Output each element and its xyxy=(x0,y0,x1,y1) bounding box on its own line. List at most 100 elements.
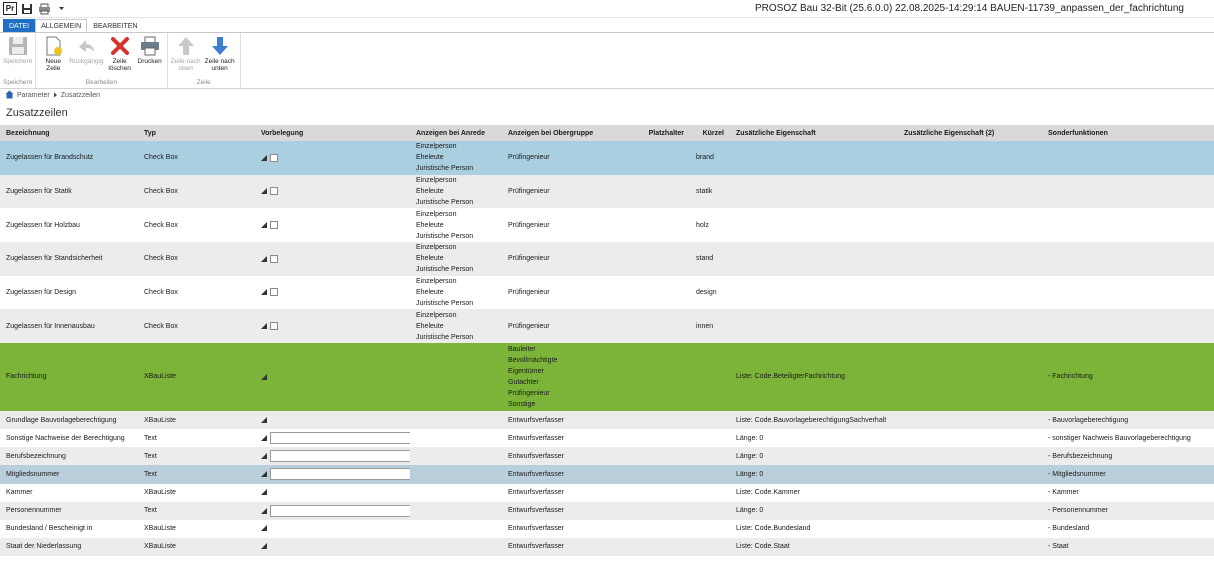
tab-edit[interactable]: BEARBEITEN xyxy=(87,19,143,32)
row-down-button[interactable]: Zeile nach unten xyxy=(203,35,237,77)
obergruppe-item: Prüfingenieur xyxy=(508,255,550,263)
checkbox[interactable] xyxy=(270,187,278,196)
cell-bezeichnung: Zugelassen für Holzbau xyxy=(0,208,138,243)
cell-sonder: - Bauvorlageberechtigung xyxy=(1042,411,1214,430)
cell-eigenschaft2 xyxy=(898,141,1042,175)
column-header-obergruppe[interactable]: Anzeigen bei Obergruppe xyxy=(502,125,621,141)
column-header-platzhalter[interactable]: Platzhalter xyxy=(621,125,690,141)
undo-button[interactable]: Rückgängig xyxy=(69,35,104,77)
cell-vorbelegung xyxy=(255,519,410,538)
tab-general[interactable]: ALLGEMEIN xyxy=(35,19,88,32)
cell-platzhalter xyxy=(621,429,690,448)
checkbox[interactable] xyxy=(270,254,278,263)
printer-icon xyxy=(140,36,159,56)
chevron-down-icon[interactable] xyxy=(54,2,68,15)
default-text-input[interactable] xyxy=(270,468,410,481)
column-header-kuerzel[interactable]: Kürzel xyxy=(690,125,730,141)
table-row[interactable]: Fachrichtung XBauListe Bauleiter Bevollm… xyxy=(0,343,1214,412)
anrede-item: Einzelperson xyxy=(416,143,457,151)
new-row-button[interactable]: Neue Zeile xyxy=(39,35,67,77)
column-header-eigenschaft[interactable]: Zusätzliche Eigenschaft xyxy=(730,125,898,141)
cell-bezeichnung: Zugelassen für Design xyxy=(0,275,138,310)
cell-anrede xyxy=(410,537,502,556)
default-text-input[interactable] xyxy=(270,450,410,463)
print-icon[interactable] xyxy=(37,2,51,15)
delete-row-button[interactable]: Zeile löschen xyxy=(106,35,134,77)
cell-sonder xyxy=(1042,275,1214,310)
default-text-input[interactable] xyxy=(270,504,410,517)
cell-eigenschaft xyxy=(730,242,898,276)
checkbox[interactable] xyxy=(270,288,278,297)
cell-anrede: Einzelperson Eheleute Juristische Person xyxy=(410,242,502,276)
obergruppe-item: Eigentümer xyxy=(508,368,544,376)
cell-dropdown-marker[interactable] xyxy=(261,373,267,380)
cell-typ: XBauListe xyxy=(138,411,255,430)
cell-anrede xyxy=(410,429,502,448)
cell-kuerzel: holz xyxy=(690,208,730,243)
cell-dropdown-marker xyxy=(261,507,267,514)
cell-dropdown-marker[interactable] xyxy=(261,543,267,550)
column-header-eigenschaft2[interactable]: Zusätzliche Eigenschaft (2) xyxy=(898,125,1042,141)
table-row[interactable]: Mitgliedsnummer Text Entwurfsverfasser L… xyxy=(0,465,1214,484)
checkbox[interactable] xyxy=(270,321,278,330)
column-header-bezeichnung[interactable]: Bezeichnung xyxy=(0,125,138,141)
table-row[interactable]: Zugelassen für Design Check Box Einzelpe… xyxy=(0,275,1214,310)
cell-obergruppe: Entwurfsverfasser xyxy=(502,537,621,556)
cell-dropdown-marker[interactable] xyxy=(261,489,267,496)
row-down-button-label: Zeile nach unten xyxy=(204,58,235,72)
chevron-right-icon xyxy=(53,92,58,100)
print-button[interactable]: Drucken xyxy=(136,35,164,77)
save-icon[interactable] xyxy=(20,2,34,15)
cell-eigenschaft2 xyxy=(898,343,1042,412)
column-header-typ[interactable]: Typ xyxy=(138,125,255,141)
cell-typ: Check Box xyxy=(138,309,255,344)
cell-bezeichnung: Zugelassen für Brandschutz xyxy=(0,141,138,175)
table-row[interactable]: Zugelassen für Holzbau Check Box Einzelp… xyxy=(0,208,1214,243)
tab-file[interactable]: DATEI xyxy=(3,19,36,32)
table-row[interactable]: Grundlage Bauvorlageberechtigung XBauLis… xyxy=(0,411,1214,430)
cell-bezeichnung: Sonstige Nachweise der Berechtigung xyxy=(0,429,138,448)
anrede-item: Einzelperson xyxy=(416,177,457,185)
save-button[interactable]: Speichern xyxy=(3,35,32,77)
anrede-item: Eheleute xyxy=(416,255,444,263)
cell-obergruppe: Entwurfsverfasser xyxy=(502,411,621,430)
home-icon[interactable] xyxy=(5,90,14,101)
cell-sonder xyxy=(1042,141,1214,175)
cell-eigenschaft xyxy=(730,309,898,344)
cell-dropdown-marker[interactable] xyxy=(261,525,267,532)
table-row[interactable]: Bundesland / Bescheinigt in XBauListe En… xyxy=(0,519,1214,538)
table-row[interactable]: Zugelassen für Statik Check Box Einzelpe… xyxy=(0,174,1214,209)
cell-typ: Check Box xyxy=(138,242,255,276)
table-row[interactable]: Zugelassen für Innenausbau Check Box Ein… xyxy=(0,309,1214,344)
table-row[interactable]: Sonstige Nachweise der Berechtigung Text… xyxy=(0,429,1214,448)
cell-eigenschaft2 xyxy=(898,208,1042,243)
cell-platzhalter xyxy=(621,275,690,310)
cell-eigenschaft2 xyxy=(898,242,1042,276)
checkbox[interactable] xyxy=(270,153,278,162)
cell-bezeichnung: Mitgliedsnummer xyxy=(0,465,138,484)
cell-dropdown-marker[interactable] xyxy=(261,416,267,423)
column-header-anrede[interactable]: Anzeigen bei Anrede xyxy=(410,125,502,141)
table-row[interactable]: Berufsbezeichnung Text Entwurfsverfasser… xyxy=(0,447,1214,466)
cell-eigenschaft xyxy=(730,141,898,175)
cell-eigenschaft2 xyxy=(898,501,1042,520)
cell-eigenschaft xyxy=(730,275,898,310)
anrede-item: Eheleute xyxy=(416,154,444,162)
cell-eigenschaft2 xyxy=(898,429,1042,448)
table-row[interactable]: Kammer XBauListe Entwurfsverfasser Liste… xyxy=(0,483,1214,502)
checkbox[interactable] xyxy=(270,220,278,229)
table-row[interactable]: Zugelassen für Standsicherheit Check Box… xyxy=(0,242,1214,276)
cell-kuerzel: design xyxy=(690,275,730,310)
obergruppe-item: Prüfingenieur xyxy=(508,390,550,398)
table-row[interactable]: Personennummer Text Entwurfsverfasser Lä… xyxy=(0,501,1214,520)
breadcrumb-root[interactable]: Parameter xyxy=(17,92,50,99)
column-header-vorbelegung[interactable]: Vorbelegung xyxy=(255,125,410,141)
cell-sonder xyxy=(1042,309,1214,344)
table-row[interactable]: Zugelassen für Brandschutz Check Box Ein… xyxy=(0,141,1214,175)
cell-kuerzel xyxy=(690,501,730,520)
default-text-input[interactable] xyxy=(270,432,410,445)
column-header-sonder[interactable]: Sonderfunktionen xyxy=(1042,125,1214,141)
row-up-button[interactable]: Zeile nach oben xyxy=(171,35,201,77)
table-row[interactable]: Staat der Niederlassung XBauListe Entwur… xyxy=(0,537,1214,556)
cell-vorbelegung xyxy=(255,208,410,243)
